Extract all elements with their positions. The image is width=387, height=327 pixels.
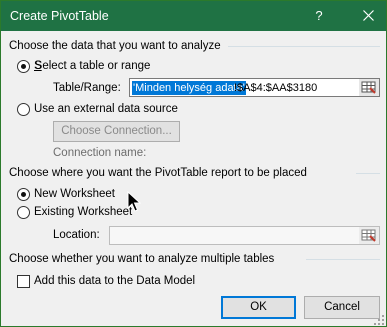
- range-picker-button[interactable]: [359, 79, 379, 96]
- section-heading-data: Choose the data that you want to analyze: [9, 40, 221, 52]
- range-picker-icon: [361, 81, 376, 94]
- table-range-selected-text: 'Minden helység adata': [132, 81, 246, 95]
- section-heading-multiple-tables: Choose whether you want to analyze multi…: [9, 253, 275, 265]
- resize-grip-icon[interactable]: [373, 314, 385, 326]
- cancel-button[interactable]: Cancel: [304, 296, 380, 319]
- location-input[interactable]: [109, 226, 380, 245]
- title-bar[interactable]: Create PivotTable ?: [1, 1, 386, 31]
- radio-existing-worksheet-label[interactable]: Existing Worksheet: [34, 206, 132, 218]
- connection-name-label: Connection name:: [53, 147, 147, 159]
- section-divider: [228, 46, 380, 47]
- section-divider: [356, 173, 380, 174]
- location-picker-button[interactable]: [359, 227, 379, 244]
- radio-select-table-range[interactable]: [17, 60, 30, 73]
- radio-external-source-label[interactable]: Use an external data source: [34, 103, 178, 115]
- dialog-title: Create PivotTable: [10, 9, 109, 23]
- close-button[interactable]: [357, 5, 379, 27]
- radio-new-worksheet[interactable]: [17, 188, 30, 201]
- choose-connection-button[interactable]: Choose Connection...: [53, 121, 180, 142]
- table-range-input[interactable]: 'Minden helység adata' !$A$4:$AA$3180: [129, 78, 380, 97]
- section-heading-placement: Choose where you want the PivotTable rep…: [9, 167, 307, 179]
- create-pivottable-dialog: Create PivotTable ? Choose the data that…: [0, 0, 387, 327]
- radio-external-source[interactable]: [17, 103, 30, 116]
- close-icon: [362, 10, 374, 21]
- radio-existing-worksheet[interactable]: [17, 206, 30, 219]
- table-range-label: Table/Range:: [53, 82, 121, 94]
- location-label: Location:: [53, 229, 100, 241]
- radio-new-worksheet-label[interactable]: New Worksheet: [34, 188, 115, 200]
- range-picker-icon: [361, 229, 376, 242]
- table-range-rest-text: !$A$4:$AA$3180: [234, 82, 318, 94]
- section-divider: [306, 259, 380, 260]
- help-button[interactable]: ?: [309, 5, 329, 27]
- radio-select-table-range-label[interactable]: SSelect a table or range: [34, 60, 150, 72]
- data-model-checkbox-label[interactable]: Add this data to the Data Model: [34, 275, 195, 287]
- mouse-cursor-icon: [127, 191, 141, 212]
- data-model-checkbox[interactable]: [17, 275, 30, 288]
- ok-button[interactable]: OK: [221, 296, 296, 319]
